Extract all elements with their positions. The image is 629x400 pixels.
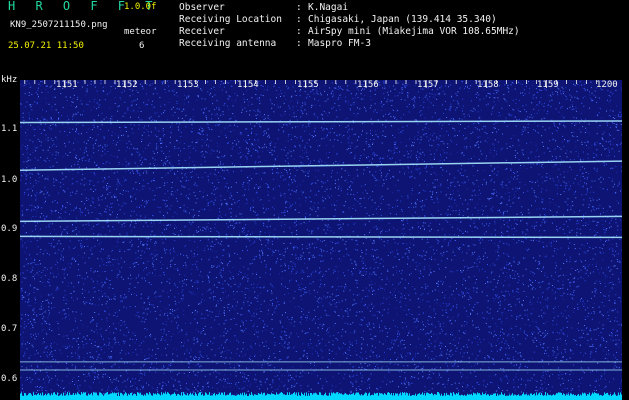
spectrogram	[20, 80, 622, 400]
x-tick-1151: 1151	[56, 80, 78, 90]
signal-trace	[20, 215, 622, 223]
x-tick-1158: 1158	[477, 80, 499, 90]
antenna-key: Receiving antenna	[179, 38, 277, 49]
header-panel: H R O F F T 1.0.0f KN9_2507211150.png me…	[0, 0, 629, 72]
meteor-label: meteor	[124, 27, 157, 37]
location-key: Receiving Location	[179, 14, 282, 25]
y-tick-0.8: 0.8	[1, 274, 18, 284]
datetime-label: 25.07.21 11:50	[8, 41, 84, 51]
noise-floor	[20, 392, 622, 400]
noise-layer	[20, 80, 622, 400]
observer-key: Observer	[179, 2, 225, 13]
receiver-sep: :	[296, 26, 302, 37]
x-tick-1154: 1154	[237, 80, 259, 90]
observer-sep: :	[296, 2, 302, 13]
version-label: 1.0.0f	[124, 2, 157, 12]
x-tick-1157: 1157	[417, 80, 439, 90]
antenna-value: Maspro FM-3	[308, 38, 371, 49]
meteor-count: 6	[139, 41, 145, 51]
x-tick-1155: 1155	[297, 80, 319, 90]
location-value: Chigasaki, Japan (139.414 35.340)	[308, 14, 497, 25]
x-tick-1159: 1159	[537, 80, 559, 90]
time-axis: 1151 1152 1153 1154 1155 1156 1157 1158 …	[20, 80, 622, 92]
y-unit-label: kHz	[1, 75, 18, 85]
frequency-axis: kHz 1.1 1.0 0.9 0.8 0.7 0.6	[0, 72, 20, 400]
y-tick-0.7: 0.7	[1, 324, 18, 334]
receiver-key: Receiver	[179, 26, 225, 37]
y-tick-1.0: 1.0	[1, 175, 18, 185]
receiver-value: AirSpy mini (Miakejima VOR 108.65MHz)	[308, 26, 520, 37]
spectrogram-canvas	[20, 80, 622, 400]
location-sep: :	[296, 14, 302, 25]
antenna-sep: :	[296, 38, 302, 49]
x-tick-1153: 1153	[177, 80, 199, 90]
y-tick-0.9: 0.9	[1, 224, 18, 234]
x-tick-1152: 1152	[116, 80, 138, 90]
filename-label: KN9_2507211150.png	[10, 20, 108, 30]
observer-value: K.Nagai	[308, 2, 349, 13]
x-tick-1156: 1156	[357, 80, 379, 90]
y-tick-0.6: 0.6	[1, 374, 18, 384]
signal-trace	[20, 160, 622, 171]
y-tick-1.1: 1.1	[1, 124, 18, 134]
x-tick-1200: 1200	[596, 80, 618, 90]
signal-trace	[20, 235, 622, 239]
